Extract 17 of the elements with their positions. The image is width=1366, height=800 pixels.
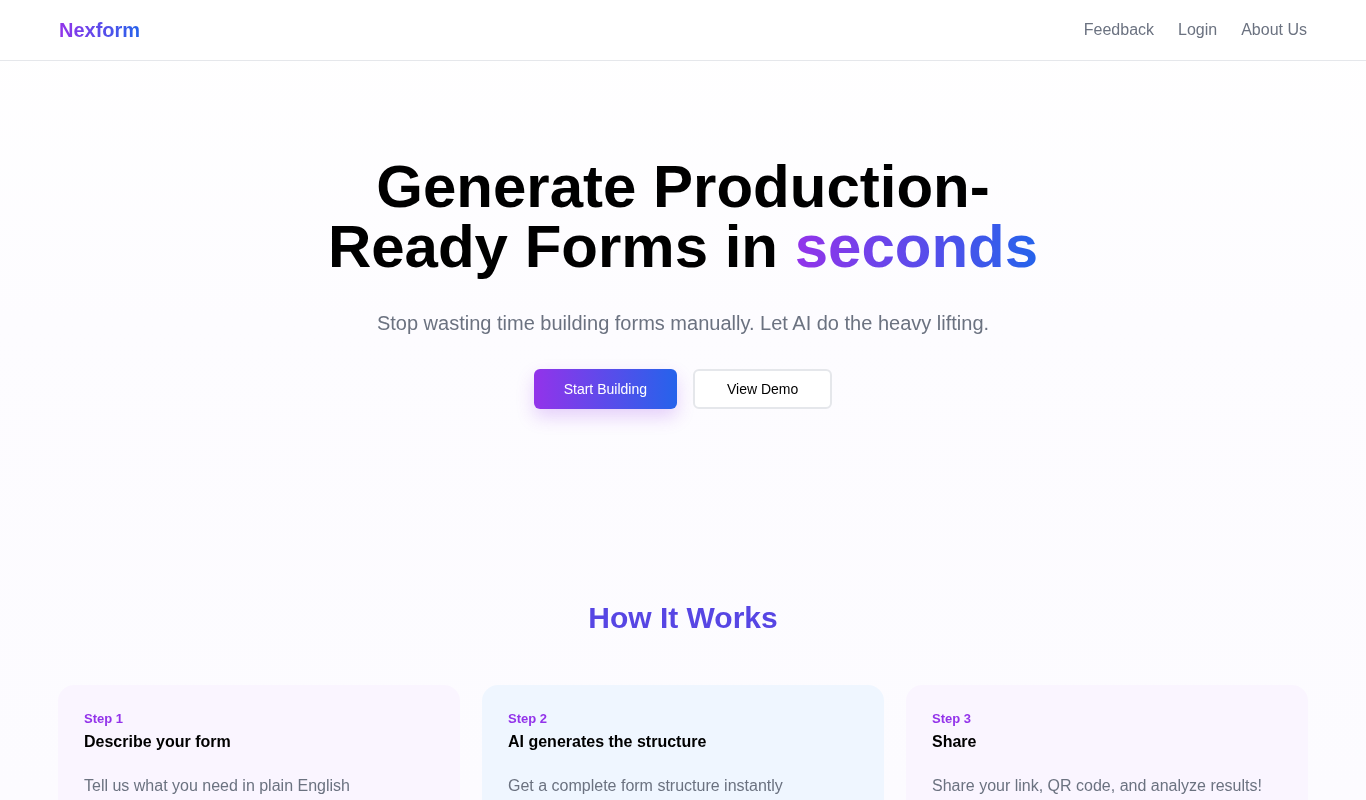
step-description: Tell us what you need in plain English bbox=[84, 776, 351, 796]
hero-subtitle: Stop wasting time building forms manually. Let AI do the heavy lifting. bbox=[376, 311, 990, 336]
step-title: Share bbox=[932, 732, 978, 752]
step-label: Step 2 bbox=[508, 711, 548, 727]
nav-link[interactable]: About Us bbox=[1241, 20, 1307, 40]
step-description: Get a complete form structure instantly bbox=[508, 776, 784, 796]
nav-link[interactable]: Feedback bbox=[1083, 20, 1155, 40]
secondary-button[interactable]: View Demo bbox=[692, 369, 833, 409]
hero-heading: Generate Production-Ready Forms in seconds bbox=[326, 157, 1040, 277]
step-description: Share your link, QR code, and analyze results! bbox=[932, 776, 1263, 796]
step-title: AI generates the structure bbox=[508, 732, 708, 752]
step-label: Step 3 bbox=[932, 711, 972, 727]
primary-button[interactable]: Start Building bbox=[533, 369, 677, 409]
step-label: Step 1 bbox=[84, 711, 124, 727]
section-heading: How It Works bbox=[587, 600, 779, 636]
step-title: Describe your form bbox=[84, 732, 232, 752]
nav-link[interactable]: Login bbox=[1178, 20, 1218, 40]
